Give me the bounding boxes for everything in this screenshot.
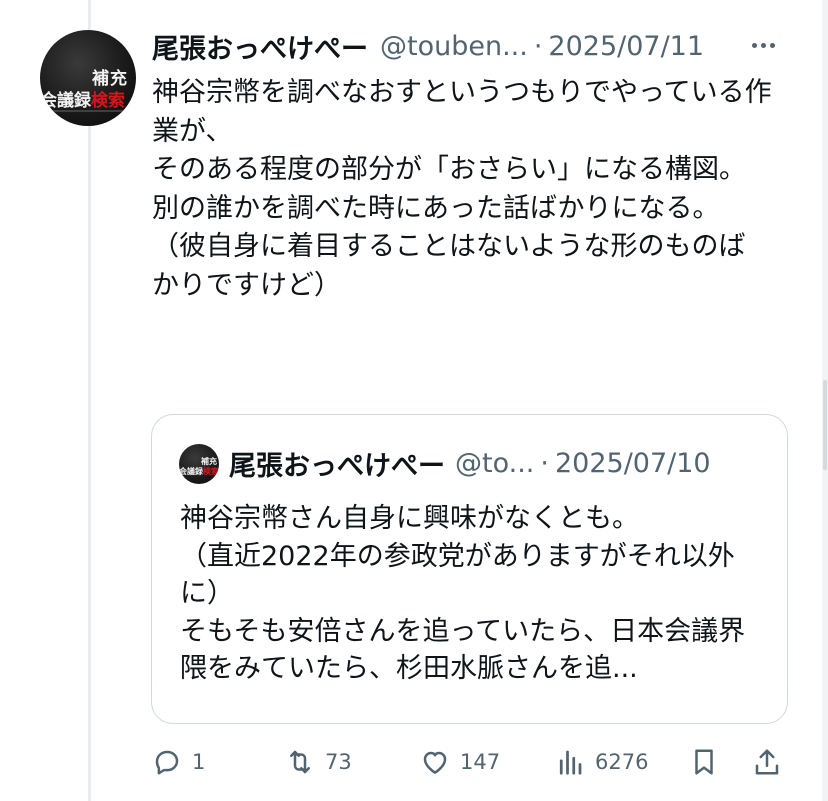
more-options-icon[interactable] (752, 30, 779, 60)
views-icon (559, 750, 582, 775)
scrollbar-thumb[interactable] (823, 380, 827, 470)
avatar-text-white: 会議録 (40, 91, 91, 111)
avatar[interactable]: 補充 会議録検索 (40, 30, 136, 126)
reply-button[interactable]: 1 (152, 740, 205, 784)
quote-header-separator: · (540, 447, 549, 479)
reply-count: 1 (192, 750, 206, 774)
retweet-button[interactable]: 73 (285, 740, 352, 784)
views-button[interactable]: 6276 (555, 740, 648, 784)
tweet-date[interactable]: 2025/07/11 (548, 31, 704, 62)
quote-author-name: 尾張おっぺけぺー (229, 450, 445, 482)
scrollbar-track[interactable] (822, 0, 828, 801)
quote-avatar-text-bottom: 会議録検索 (179, 466, 219, 477)
share-button[interactable] (752, 740, 782, 784)
quote-avatar-text-red: 検索 (203, 466, 219, 476)
avatar-text-bottom: 会議録検索 (40, 86, 125, 111)
author-handle[interactable]: @touben... (380, 31, 528, 62)
reply-icon (155, 750, 179, 775)
tweet-header: 尾張おっぺけぺー @touben... · 2025/07/11 (152, 26, 704, 66)
retweet-icon (290, 750, 310, 774)
header-separator: · (533, 30, 543, 62)
quote-avatar-text-white: 会議録 (179, 466, 203, 476)
author-name[interactable]: 尾張おっぺけぺー (152, 27, 368, 66)
share-icon (755, 749, 779, 775)
quote-avatar: 補充 会議録検索 (179, 444, 219, 484)
retweet-count: 73 (325, 750, 352, 774)
quote-text: 神谷宗幣さん自身に興味がなくとも。 （直近2022年の参政党がありますがそれ以外… (180, 503, 746, 684)
quote-author-handle: @to... (455, 447, 535, 479)
avatar-stripe (46, 110, 130, 112)
views-count: 6276 (595, 750, 649, 774)
quote-header: 尾張おっぺけぺー @to... · 2025/07/10 (229, 443, 711, 483)
avatar-text-red: 検索 (91, 91, 125, 111)
like-button[interactable]: 147 (420, 740, 500, 784)
action-bar: 1 73 147 6276 (0, 740, 828, 784)
tweet-text: 神谷宗幣を調べなおすというつもりでやっている作業が、 そのある程度の部分が「おさ… (152, 77, 772, 301)
bookmark-icon (695, 749, 713, 775)
like-icon (423, 751, 447, 774)
bookmark-button[interactable] (689, 740, 719, 784)
quoted-tweet[interactable]: 補充 会議録検索 尾張おっぺけぺー @to... · 2025/07/10 神谷… (151, 414, 788, 724)
like-count: 147 (460, 750, 501, 774)
quote-date: 2025/07/10 (554, 447, 711, 479)
